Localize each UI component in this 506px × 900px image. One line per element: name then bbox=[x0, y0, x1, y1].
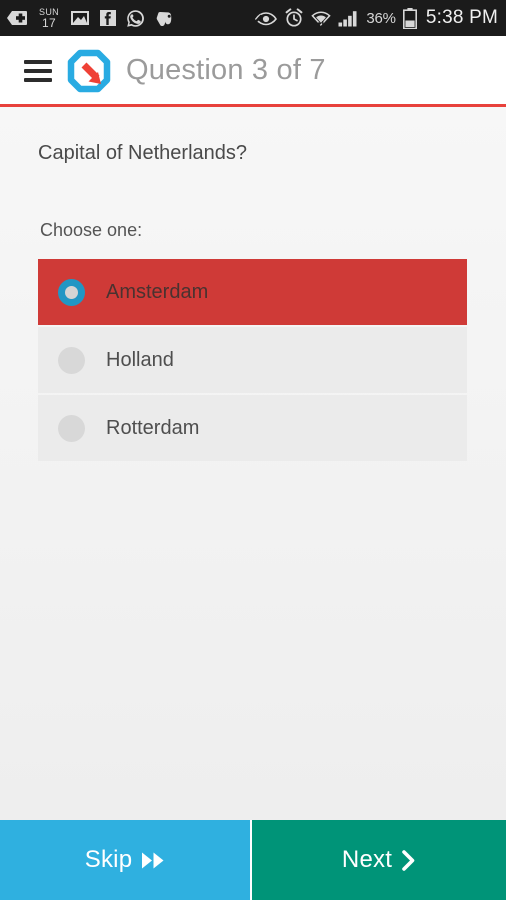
answer-option-amsterdam[interactable]: Amsterdam bbox=[38, 259, 467, 325]
evernote-icon bbox=[154, 9, 173, 28]
next-button-label: Next bbox=[341, 846, 393, 873]
radio-button-selected-icon[interactable] bbox=[58, 278, 85, 306]
choose-one-label: Choose one: bbox=[40, 220, 143, 240]
calendar-day: 17 bbox=[42, 15, 56, 30]
answer-options-list: Amsterdam Holland Rotterdam bbox=[38, 259, 467, 463]
answer-option-label: Holland bbox=[106, 348, 174, 371]
app-header: Question 3 of 7 bbox=[0, 36, 506, 105]
battery-percent-label: 36% bbox=[366, 9, 396, 27]
whatsapp-icon bbox=[126, 9, 145, 28]
question-content: Capital of Netherlands? Choose one: Amst… bbox=[0, 107, 506, 820]
gallery-image-icon bbox=[70, 9, 90, 27]
add-tag-icon bbox=[6, 9, 28, 27]
app-logo-icon bbox=[66, 48, 112, 94]
cellular-signal-icon bbox=[338, 10, 359, 27]
alarm-clock-icon bbox=[284, 8, 304, 28]
page-title: Question 3 of 7 bbox=[126, 54, 326, 86]
hamburger-bar bbox=[24, 77, 52, 82]
answer-option-label: Amsterdam bbox=[106, 280, 209, 303]
answer-option-holland[interactable]: Holland bbox=[38, 327, 467, 393]
wifi-transfer-icon bbox=[311, 9, 332, 28]
fast-forward-icon bbox=[141, 851, 165, 870]
footer-action-bar: Skip Next bbox=[0, 820, 506, 900]
status-bar-system-icons: 36% 5:38 PM bbox=[255, 7, 498, 29]
smart-stay-eye-icon bbox=[255, 11, 278, 26]
status-bar: SUN 17 36% 5:38 PM bbox=[0, 0, 506, 36]
hamburger-bar bbox=[24, 68, 52, 73]
hamburger-menu-icon[interactable] bbox=[24, 59, 52, 82]
skip-button-label: Skip bbox=[84, 846, 133, 873]
answer-option-rotterdam[interactable]: Rotterdam bbox=[38, 395, 467, 461]
radio-button-icon[interactable] bbox=[58, 414, 85, 442]
battery-icon bbox=[402, 7, 417, 29]
question-prompt: Capital of Netherlands? bbox=[38, 142, 248, 164]
answer-option-label: Rotterdam bbox=[106, 416, 200, 439]
facebook-icon bbox=[99, 9, 117, 27]
next-button[interactable]: Next bbox=[252, 820, 506, 900]
radio-button-icon[interactable] bbox=[58, 346, 85, 374]
status-bar-clock: 5:38 PM bbox=[425, 7, 498, 28]
calendar-icon: SUN 17 bbox=[37, 7, 61, 30]
chevron-right-icon bbox=[401, 849, 416, 871]
status-bar-notification-icons: SUN 17 bbox=[6, 7, 255, 30]
skip-button[interactable]: Skip bbox=[0, 820, 252, 900]
hamburger-bar bbox=[24, 59, 52, 64]
